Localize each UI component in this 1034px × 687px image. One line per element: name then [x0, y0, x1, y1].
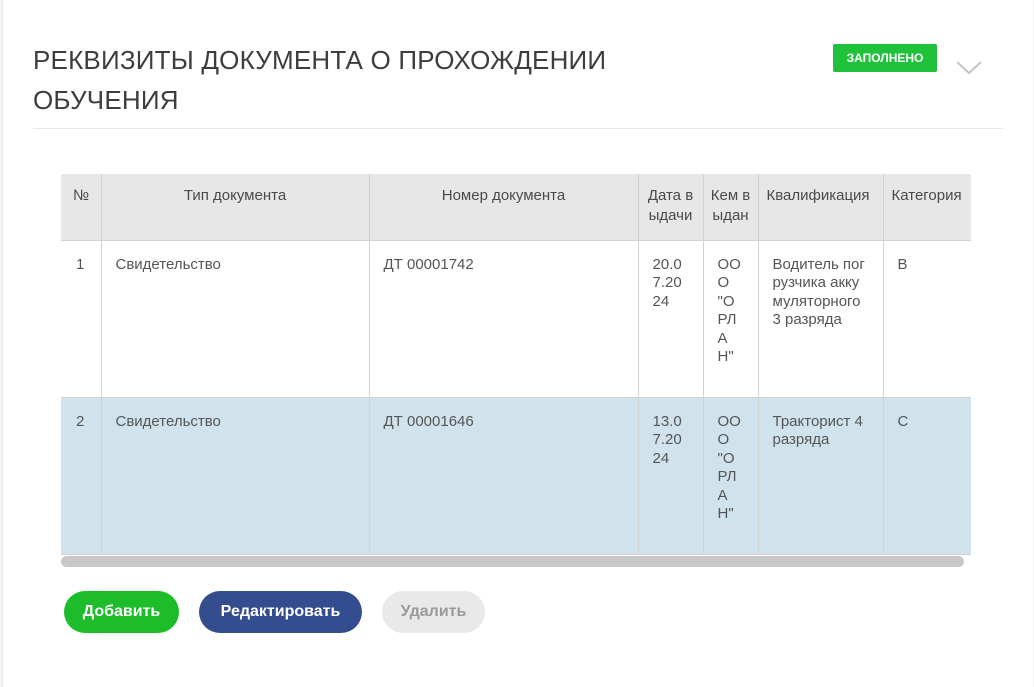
cell-category: C — [883, 397, 971, 555]
cell-category: B — [883, 240, 971, 398]
cell-qualification: Водитель погрузчика аккумуляторного 3 ра… — [758, 240, 884, 398]
column-header[interactable]: Квалификация — [758, 174, 884, 241]
cell-num: 1 — [61, 240, 102, 398]
column-header[interactable]: Кем выдан — [703, 174, 759, 241]
column-header[interactable]: Номер документа — [369, 174, 639, 241]
delete-button[interactable]: Удалить — [382, 591, 485, 633]
cell-number: ДТ 00001646 — [369, 397, 639, 555]
cell-type: Свидетельство — [101, 240, 370, 398]
cell-type: Свидетельство — [101, 397, 370, 555]
table-header: № Тип документа Номер документа Дата выд… — [61, 174, 971, 241]
column-header[interactable]: Тип документа — [101, 174, 370, 241]
table-row[interactable]: 1 Свидетельство ДТ 00001742 20.07.2024 О… — [61, 240, 971, 398]
documents-table: № Тип документа Номер документа Дата выд… — [61, 174, 971, 568]
cell-issuer: ООО "ОРЛАН" — [703, 397, 759, 555]
status-badge: ЗАПОЛНЕНО — [833, 44, 937, 72]
section-title: РЕКВИЗИТЫ ДОКУМЕНТА О ПРОХОЖДЕНИИ ОБУЧЕН… — [33, 45, 607, 115]
edit-button[interactable]: Редактировать — [199, 591, 362, 633]
add-button[interactable]: Добавить — [64, 591, 179, 633]
cell-number: ДТ 00001742 — [369, 240, 639, 398]
chevron-down-icon[interactable] — [956, 60, 982, 76]
column-header[interactable]: Дата выдачи — [638, 174, 704, 241]
column-header[interactable]: Категория — [883, 174, 971, 241]
cell-issuer: ООО "ОРЛАН" — [703, 240, 759, 398]
divider — [33, 128, 1003, 129]
cell-qualification: Тракторист 4 разряда — [758, 397, 884, 555]
column-header[interactable]: № — [61, 174, 102, 241]
cell-date: 13.07.2024 — [638, 397, 704, 555]
cell-num: 2 — [61, 397, 102, 555]
cell-date: 20.07.2024 — [638, 240, 704, 398]
table-row[interactable]: 2 Свидетельство ДТ 00001646 13.07.2024 О… — [61, 397, 971, 555]
horizontal-scrollbar[interactable] — [61, 556, 964, 567]
